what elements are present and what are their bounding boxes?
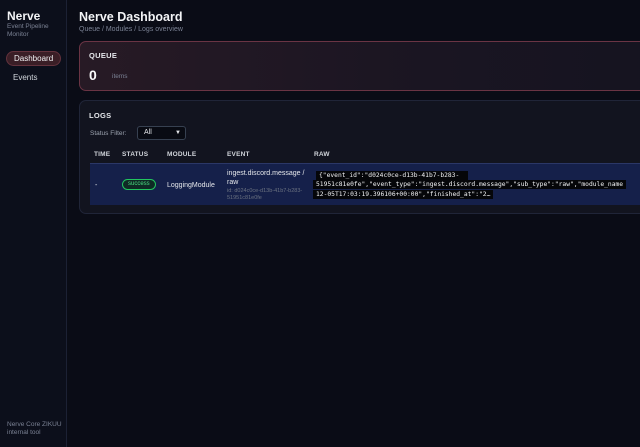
log-time: - — [95, 182, 98, 189]
log-raw-payload[interactable]: {"event_id":"d024c0ce-d13b-41b7-b283- 51… — [313, 165, 640, 204]
logs-label: LOGS — [89, 111, 112, 120]
log-event: ingest.discord.message / raw — [227, 170, 305, 186]
raw-line: 12-05T17:03:19.396106+00:00","finished_a… — [313, 190, 494, 199]
raw-line: 51951c81e0fe","event_type":"ingest.disco… — [313, 180, 627, 189]
status-badge: success — [122, 179, 156, 190]
chevron-down-icon: ▼ — [175, 130, 181, 136]
log-event-id: id: d024c0ce-d13b-41b7-b283-51951c81e0fe — [227, 188, 303, 201]
main-content: Nerve Dashboard Queue / Modules / Logs o… — [68, 0, 640, 447]
sidebar-item-dashboard[interactable]: Dashboard — [6, 51, 62, 66]
brand-title: Nerve — [7, 9, 41, 23]
log-module: LoggingModule — [167, 182, 215, 189]
column-header-status: STATUS — [122, 151, 149, 158]
sidebar-item-events[interactable]: Events — [6, 70, 44, 85]
status-filter-value: All — [144, 129, 152, 136]
page-title: Nerve Dashboard — [79, 10, 183, 24]
status-filter-label: Status Filter: — [90, 130, 127, 137]
queue-card: QUEUE 0 items — [79, 41, 640, 91]
table-row[interactable]: - success LoggingModule ingest.discord.m… — [90, 163, 640, 205]
queue-count: 0 — [89, 67, 97, 83]
queue-unit: items — [112, 73, 128, 80]
raw-line: {"event_id":"d024c0ce-d13b-41b7-b283- — [316, 171, 468, 180]
sidebar: Nerve Event Pipeline Monitor Dashboard E… — [0, 0, 67, 447]
breadcrumb: Queue / Modules / Logs overview — [79, 26, 183, 33]
status-filter-select[interactable]: All ▼ — [137, 126, 186, 140]
sidebar-footer: Nerve Core ZIKUU internal tool — [7, 421, 62, 436]
column-header-module: MODULE — [167, 151, 197, 158]
queue-label: QUEUE — [89, 51, 118, 60]
column-header-time: TIME — [94, 151, 111, 158]
column-header-event: EVENT — [227, 151, 250, 158]
logs-card: LOGS Status Filter: All ▼ TIME STATUS MO… — [79, 100, 640, 214]
column-header-raw: RAW — [314, 151, 330, 158]
brand-subtitle: Event Pipeline Monitor — [7, 23, 49, 38]
